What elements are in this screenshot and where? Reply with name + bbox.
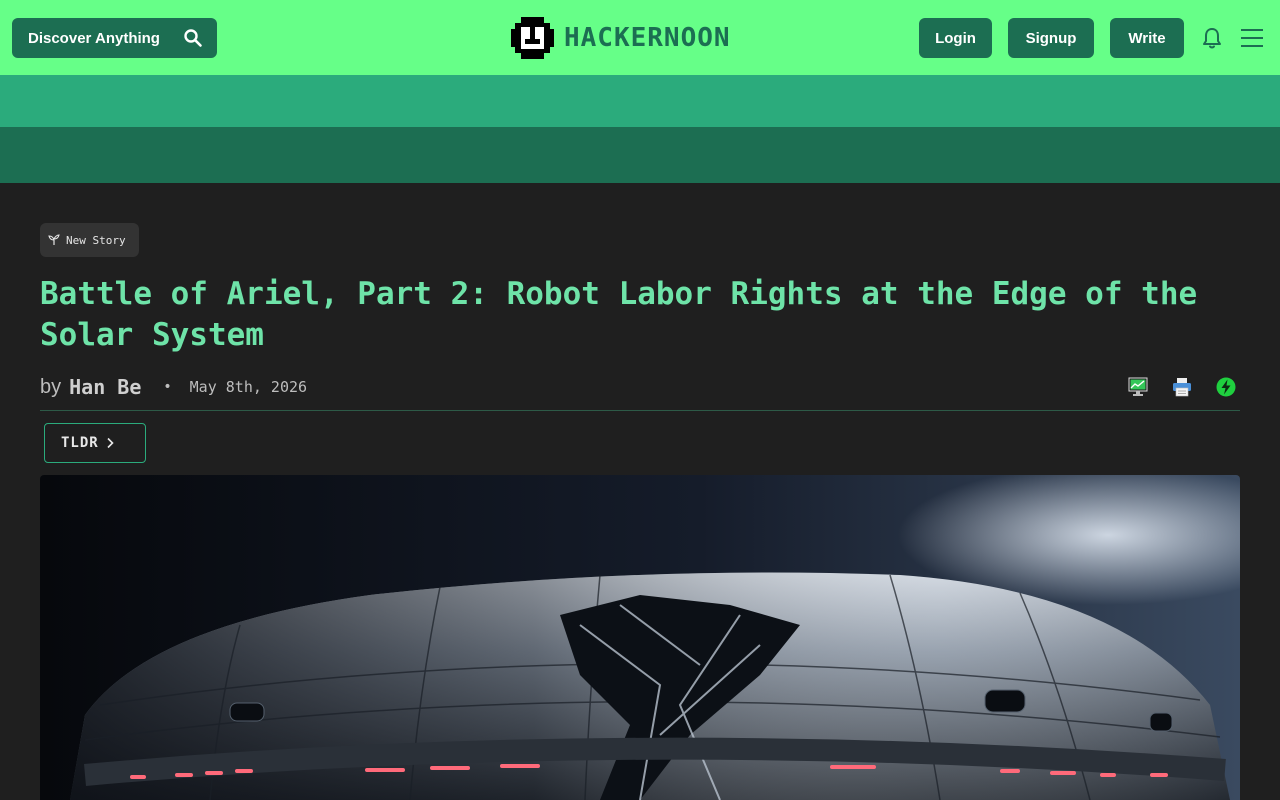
discover-search-button[interactable]: Discover Anything [12, 18, 217, 58]
new-story-badge: New Story [40, 223, 139, 257]
bell-icon[interactable] [1200, 26, 1224, 50]
byline-separator: • [163, 379, 172, 395]
publish-date: May 8th, 2026 [189, 378, 308, 396]
article-byline: by Han Be • May 8th, 2026 [40, 374, 307, 400]
write-button[interactable]: Write [1110, 18, 1184, 58]
hackernoon-logo[interactable]: HACKERNOON [511, 17, 731, 59]
login-button[interactable]: Login [919, 18, 992, 58]
tldr-button[interactable]: TLDR [44, 423, 146, 463]
discover-label: Discover Anything [28, 29, 160, 47]
tldr-label: TLDR [61, 435, 99, 451]
hero-image [40, 475, 1240, 800]
byline-divider [40, 410, 1240, 411]
new-story-label: New Story [66, 233, 126, 247]
author-link[interactable]: Han Be [69, 375, 141, 399]
lightning-icon[interactable] [1216, 377, 1236, 397]
monitor-icon[interactable] [1128, 377, 1148, 397]
chevron-right-icon [107, 437, 114, 449]
top-navigation-bar: Discover Anything HACKERNOON Login Signu… [0, 0, 1280, 75]
logo-wordmark: HACKERNOON [564, 23, 731, 53]
printer-icon[interactable] [1172, 377, 1192, 397]
search-icon [184, 29, 202, 47]
signup-button[interactable]: Signup [1008, 18, 1094, 58]
hamburger-menu-icon[interactable] [1240, 27, 1264, 49]
article-title: Battle of Ariel, Part 2: Robot Labor Rig… [40, 276, 1198, 353]
hackernoon-logo-icon [511, 17, 554, 59]
sprout-icon [48, 234, 60, 245]
byline-prefix: by [40, 375, 62, 398]
banner-stripe-light [0, 75, 1280, 127]
banner-stripe-dark [0, 127, 1280, 183]
